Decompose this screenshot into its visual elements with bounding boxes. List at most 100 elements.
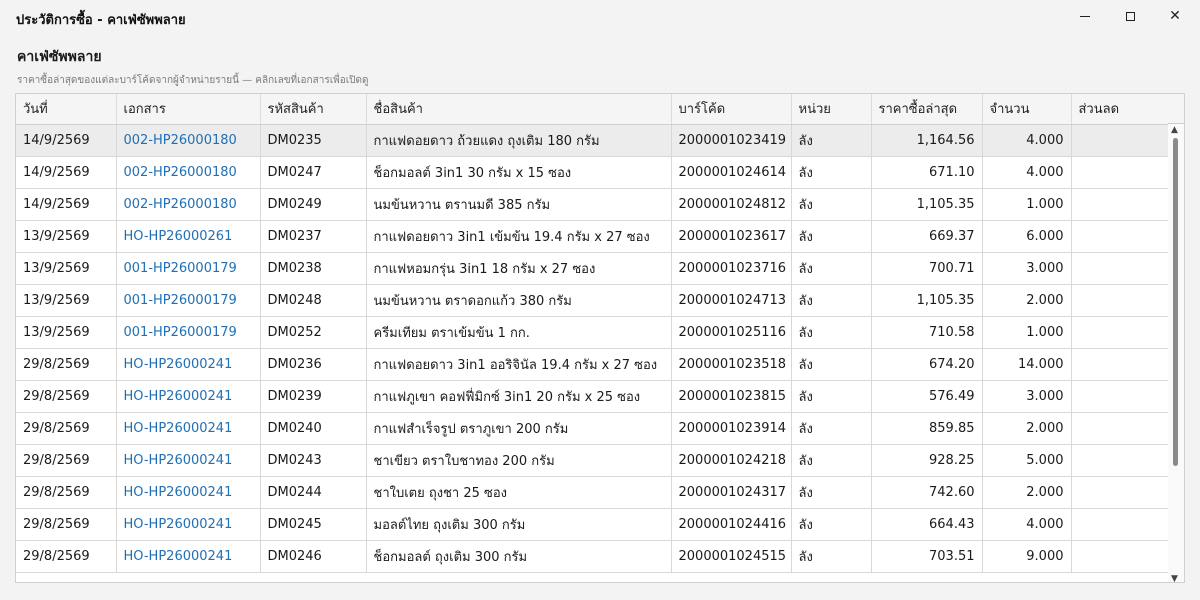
table-row[interactable]: 13/9/2569 001-HP26000179 DM0252 ครีมเทียม ต… (16, 316, 1169, 349)
close-button[interactable]: ✕ (1152, 0, 1198, 32)
column-header-quantity[interactable]: จำนวน (982, 94, 1072, 125)
cell-unit: ลัง (791, 540, 872, 573)
cell-product-code: DM0246 (260, 540, 367, 573)
document-link[interactable]: HO-HP26000241 (116, 444, 261, 477)
table-row[interactable]: 13/9/2569 001-HP26000179 DM0238 กาแฟหอมกรุ่… (16, 252, 1169, 285)
document-link[interactable]: HO-HP26000241 (116, 348, 261, 381)
document-link[interactable]: 001-HP26000179 (116, 316, 261, 349)
document-link[interactable]: HO-HP26000241 (116, 540, 261, 573)
column-header-document[interactable]: เอกสาร (116, 94, 261, 125)
cell-date: 29/8/2569 (16, 412, 117, 445)
cell-product-code: DM0236 (260, 348, 367, 381)
cell-date: 13/9/2569 (16, 316, 117, 349)
cell-discount (1071, 412, 1169, 445)
table-row[interactable]: 29/8/2569 HO-HP26000241 DM0239 กาแฟภูเขา คอ… (16, 380, 1169, 413)
cell-quantity: 4.000 (982, 156, 1072, 189)
page-header: คาเฟ่ซัพพลาย ราคาซื้อล่าสุดของแต่ละบาร์โ… (17, 46, 368, 88)
cell-product-code: DM0237 (260, 220, 367, 253)
table-row[interactable]: 13/9/2569 HO-HP26000261 DM0237 กาแฟดอยดาว 3… (16, 220, 1169, 253)
cell-discount (1071, 316, 1169, 349)
scroll-up-icon[interactable]: ▲ (1171, 125, 1178, 135)
minimize-button[interactable] (1062, 0, 1108, 32)
cell-product-name: กาแฟหอมกรุ่น 3in1 18 กรัม x 27 ซอง (366, 252, 672, 285)
cell-quantity: 6.000 (982, 220, 1072, 253)
cell-product-name: กาแฟดอยดาว ถ้วยแดง ถุงเติม 180 กรัม (366, 124, 672, 157)
document-link[interactable]: HO-HP26000241 (116, 508, 261, 541)
table-row[interactable]: 29/8/2569 HO-HP26000241 DM0245 มอลต์ไทย ถุง… (16, 508, 1169, 541)
table-row[interactable]: 29/8/2569 HO-HP26000241 DM0246 ช็อกมอลต์ ถุ… (16, 540, 1169, 573)
document-link[interactable]: 002-HP26000180 (116, 156, 261, 189)
purchase-table: วันที่ เอกสาร รหัสสินค้า ชื่อสินค้า บาร์… (16, 94, 1169, 573)
cell-barcode: 2000001025116 (671, 316, 792, 349)
table-row[interactable]: 14/9/2569 002-HP26000180 DM0247 ช็อกมอลต์ 3… (16, 156, 1169, 189)
cell-discount (1071, 156, 1169, 189)
cell-latest-price: 669.37 (871, 220, 983, 253)
cell-product-name: กาแฟดอยดาว 3in1 ออริจินัล 19.4 กรัม x 27… (366, 348, 672, 381)
column-header-unit[interactable]: หน่วย (791, 94, 872, 125)
cell-quantity: 2.000 (982, 412, 1072, 445)
scroll-down-icon[interactable]: ▼ (1171, 574, 1178, 582)
cell-unit: ลัง (791, 444, 872, 477)
cell-product-name: ชาใบเตย ถุงชา 25 ซอง (366, 476, 672, 509)
table-row[interactable]: 14/9/2569 002-HP26000180 DM0235 กาแฟดอยดาว … (16, 124, 1169, 157)
close-icon: ✕ (1169, 8, 1181, 24)
column-header-product-name[interactable]: ชื่อสินค้า (366, 94, 672, 125)
cell-discount (1071, 444, 1169, 477)
cell-barcode: 2000001024713 (671, 284, 792, 317)
column-header-discount[interactable]: ส่วนลด (1071, 94, 1169, 125)
cell-quantity: 5.000 (982, 444, 1072, 477)
maximize-button[interactable] (1107, 0, 1153, 32)
document-link[interactable]: HO-HP26000241 (116, 476, 261, 509)
cell-barcode: 2000001024416 (671, 508, 792, 541)
cell-product-code: DM0238 (260, 252, 367, 285)
cell-unit: ลัง (791, 220, 872, 253)
cell-unit: ลัง (791, 156, 872, 189)
cell-unit: ลัง (791, 476, 872, 509)
cell-date: 14/9/2569 (16, 124, 117, 157)
table-row[interactable]: 29/8/2569 HO-HP26000241 DM0236 กาแฟดอยดาว 3… (16, 348, 1169, 381)
cell-unit: ลัง (791, 252, 872, 285)
document-link[interactable]: HO-HP26000241 (116, 380, 261, 413)
table-row[interactable]: 29/8/2569 HO-HP26000241 DM0240 กาแฟสำเร็จรู… (16, 412, 1169, 445)
vertical-scrollbar[interactable]: ▲ ▼ (1168, 124, 1184, 582)
cell-barcode: 2000001023518 (671, 348, 792, 381)
cell-discount (1071, 508, 1169, 541)
table-row[interactable]: 29/8/2569 HO-HP26000241 DM0243 ชาเขียว ตราใ… (16, 444, 1169, 477)
cell-unit: ลัง (791, 124, 872, 157)
column-header-date[interactable]: วันที่ (16, 94, 117, 125)
cell-quantity: 2.000 (982, 284, 1072, 317)
cell-date: 29/8/2569 (16, 380, 117, 413)
table-row[interactable]: 13/9/2569 001-HP26000179 DM0248 นมข้นหวาน ต… (16, 284, 1169, 317)
cell-quantity: 2.000 (982, 476, 1072, 509)
cell-product-name: ชาเขียว ตราใบชาทอง 200 กรัม (366, 444, 672, 477)
cell-quantity: 14.000 (982, 348, 1072, 381)
cell-discount (1071, 284, 1169, 317)
document-link[interactable]: 002-HP26000180 (116, 188, 261, 221)
cell-quantity: 1.000 (982, 188, 1072, 221)
table-row[interactable]: 14/9/2569 002-HP26000180 DM0249 นมข้นหวาน ต… (16, 188, 1169, 221)
cell-product-name: ช็อกมอลต์ 3in1 30 กรัม x 15 ซอง (366, 156, 672, 189)
cell-discount (1071, 380, 1169, 413)
cell-discount (1071, 124, 1169, 157)
cell-unit: ลัง (791, 508, 872, 541)
cell-barcode: 2000001024218 (671, 444, 792, 477)
column-header-latest-price[interactable]: ราคาซื้อล่าสุด (871, 94, 983, 125)
supplier-subtitle: ราคาซื้อล่าสุดของแต่ละบาร์โค้ดจากผู้จำหน… (17, 75, 369, 86)
table-row[interactable]: 29/8/2569 HO-HP26000241 DM0244 ชาใบเตย ถุงช… (16, 476, 1169, 509)
cell-unit: ลัง (791, 284, 872, 317)
document-link[interactable]: HO-HP26000261 (116, 220, 261, 253)
cell-quantity: 3.000 (982, 252, 1072, 285)
cell-barcode: 2000001023419 (671, 124, 792, 157)
column-header-product-code[interactable]: รหัสสินค้า (260, 94, 367, 125)
cell-barcode: 2000001023617 (671, 220, 792, 253)
document-link[interactable]: 001-HP26000179 (116, 284, 261, 317)
document-link[interactable]: HO-HP26000241 (116, 412, 261, 445)
cell-latest-price: 859.85 (871, 412, 983, 445)
column-header-barcode[interactable]: บาร์โค้ด (671, 94, 792, 125)
cell-product-code: DM0245 (260, 508, 367, 541)
scrollbar-thumb[interactable] (1173, 138, 1178, 466)
document-link[interactable]: 002-HP26000180 (116, 124, 261, 157)
document-link[interactable]: 001-HP26000179 (116, 252, 261, 285)
minimize-icon (1080, 15, 1090, 17)
cell-product-code: DM0252 (260, 316, 367, 349)
